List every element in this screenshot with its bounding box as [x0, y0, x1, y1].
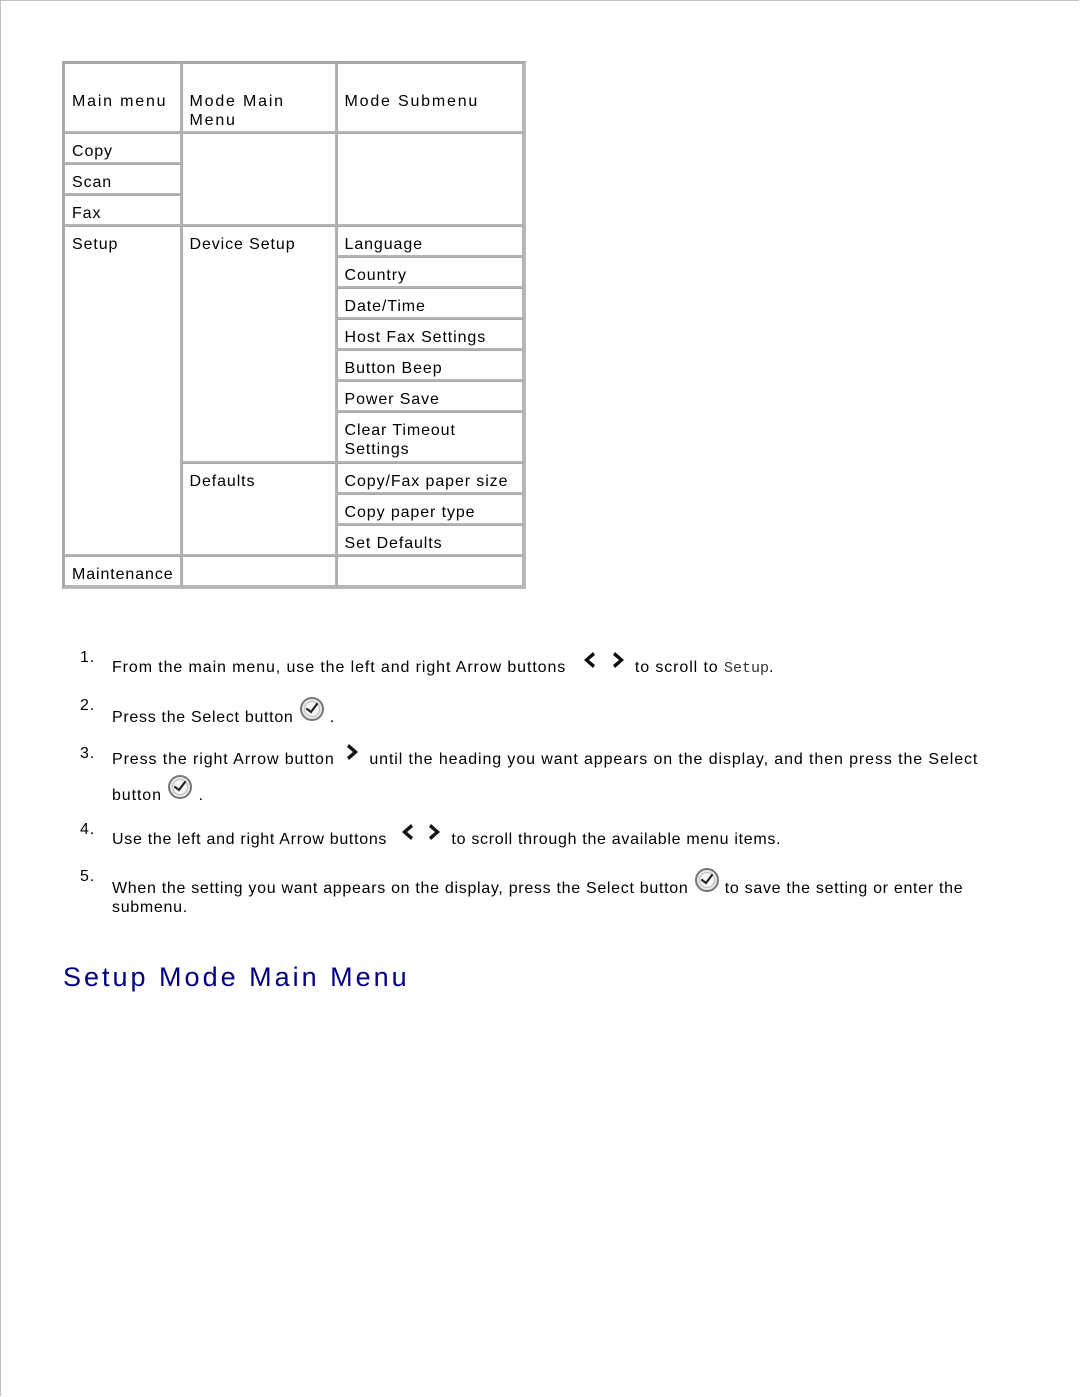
select-button-icon [694, 867, 720, 893]
step-text: When the setting you want appears on the… [112, 880, 689, 897]
step-number: 4. [80, 821, 96, 838]
select-button-icon [167, 774, 193, 800]
submenu-power-save: Power Save [336, 381, 524, 412]
empty-cell [181, 556, 337, 587]
header-mode-main-menu: Mode Main Menu [181, 63, 337, 133]
step-text: . [768, 659, 775, 676]
header-main-menu: Main menu [64, 63, 182, 133]
step-text: Press the right Arrow button [112, 751, 335, 768]
step-number: 5. [80, 868, 96, 885]
submenu-button-beep: Button Beep [336, 350, 524, 381]
setup-code-text: Setup [723, 660, 769, 677]
table-header-row: Main menu Mode Main Menu Mode Submenu [64, 63, 524, 133]
header-mode-submenu: Mode Submenu [336, 63, 524, 133]
step-text: . [198, 787, 204, 804]
step-text: Press the Select button [112, 709, 294, 726]
step-item: 2. Press the Select button . [80, 696, 1010, 727]
mode-main-defaults: Defaults [181, 463, 337, 556]
step-text: to scroll through the available menu ite… [446, 831, 782, 848]
submenu-copy-fax-paper-size: Copy/Fax paper size [336, 463, 524, 494]
step-text: . [329, 709, 335, 726]
step-item: 4. Use the left and right Arrow buttons … [80, 820, 1010, 849]
step-number: 1. [80, 649, 96, 666]
submenu-country: Country [336, 257, 524, 288]
main-menu-setup: Setup [64, 226, 182, 556]
arrow-right-icon [422, 820, 446, 844]
step-item: 1. From the main menu, use the left and … [80, 648, 1010, 678]
menu-structure-table: Main menu Mode Main Menu Mode Submenu Co… [62, 61, 526, 589]
submenu-language: Language [336, 226, 524, 257]
step-text: to scroll to [629, 659, 724, 676]
step-item: 5. When the setting you want appears on … [80, 867, 1010, 917]
step-text: From the main menu, use the left and rig… [112, 659, 567, 676]
mode-main-device-setup: Device Setup [181, 226, 337, 463]
arrow-right-icon [606, 648, 630, 672]
submenu-set-defaults: Set Defaults [336, 525, 524, 556]
arrow-left-icon [396, 820, 420, 844]
step-number: 3. [80, 745, 96, 762]
table-row: Copy [64, 133, 524, 226]
submenu-host-fax-settings: Host Fax Settings [336, 319, 524, 350]
main-menu-copy: Copy [64, 133, 182, 164]
select-button-icon [299, 696, 325, 722]
step-text: Use the left and right Arrow buttons [112, 831, 388, 848]
empty-cell [336, 556, 524, 587]
section-heading: Setup Mode Main Menu [63, 962, 410, 992]
submenu-date-time: Date/Time [336, 288, 524, 319]
main-menu-scan: Scan [64, 164, 182, 195]
arrow-left-icon [578, 648, 602, 672]
main-menu-fax: Fax [64, 195, 182, 226]
main-menu-maintenance: Maintenance [64, 556, 182, 587]
table-row: Maintenance [64, 556, 524, 587]
step-number: 2. [80, 697, 96, 714]
submenu-clear-timeout-settings: Clear Timeout Settings [336, 412, 524, 463]
table-row: Setup Device Setup Language [64, 226, 524, 556]
step-item: 3. Press the right Arrow button until th… [80, 744, 1010, 810]
empty-cell [336, 133, 524, 226]
arrow-right-icon [340, 740, 364, 764]
submenu-copy-paper-type: Copy paper type [336, 494, 524, 525]
empty-cell [181, 133, 337, 226]
